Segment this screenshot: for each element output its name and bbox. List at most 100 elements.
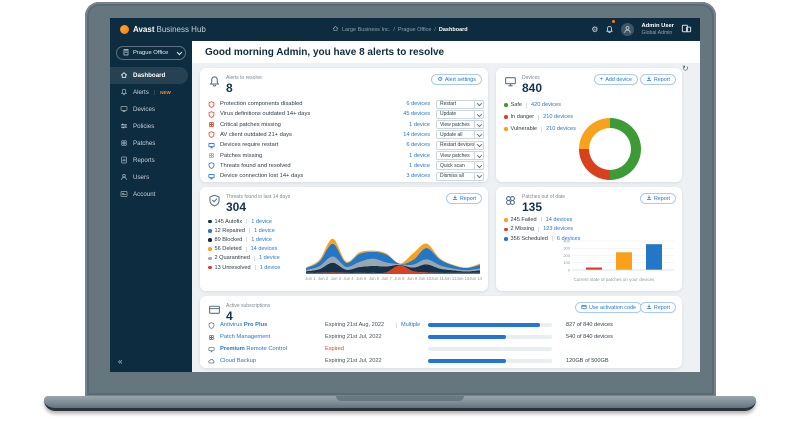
alert-action-select[interactable]: Restart devices bbox=[436, 141, 484, 150]
legend-devices-link[interactable]: 1 device bbox=[251, 237, 272, 243]
home-icon bbox=[120, 71, 128, 81]
alert-action-value: Restart bbox=[437, 101, 474, 107]
sidebar-item-account[interactable]: Account bbox=[110, 186, 192, 203]
breadcrumb-item[interactable]: Dashboard bbox=[439, 27, 468, 33]
legend-devices-link[interactable]: 210 devices bbox=[546, 126, 576, 132]
alert-devices-link[interactable]: 1 device bbox=[350, 163, 430, 169]
devices-report-button[interactable]: Report bbox=[640, 74, 676, 85]
alert-devices-link[interactable]: 3 devices bbox=[350, 173, 430, 179]
legend-label: 356 Scheduled bbox=[511, 236, 548, 242]
x-axis-tick-label: Jun 11 bbox=[431, 276, 444, 281]
legend-devices-link[interactable]: 1 device bbox=[254, 228, 275, 234]
multiple-link[interactable]: Multiple bbox=[401, 322, 420, 328]
breadcrumb-item[interactable]: Large Business Inc. bbox=[342, 27, 390, 33]
legend-devices-link[interactable]: 1 device bbox=[260, 265, 281, 271]
alert-action-select[interactable]: Quick scan bbox=[436, 161, 484, 170]
sidebar-collapse-button[interactable]: « bbox=[118, 357, 122, 366]
sidebar-item-devices[interactable]: Devices bbox=[110, 101, 192, 118]
settings-gear-icon[interactable]: ⚙ bbox=[591, 26, 598, 34]
topbar: Avast Business Hub Large Business Inc./P… bbox=[110, 18, 700, 41]
sidebar-item-patches[interactable]: Patches bbox=[110, 135, 192, 152]
chevron-down-icon bbox=[474, 173, 483, 180]
subscriptions-report-button[interactable]: Report bbox=[640, 302, 676, 313]
user-info[interactable]: Admin User Global Admin bbox=[641, 23, 674, 37]
threats-legend: 145 Autofix1 device12 Repaired1 device89… bbox=[208, 217, 280, 272]
alert-devices-link[interactable]: 6 devices bbox=[350, 142, 430, 148]
sidebar-item-reports[interactable]: Reports bbox=[110, 152, 192, 169]
alert-devices-link[interactable]: 45 devices bbox=[350, 111, 430, 117]
alert-devices-link[interactable]: 1 device bbox=[350, 122, 430, 128]
monitor-icon bbox=[208, 173, 215, 180]
alert-action-select[interactable]: View patches bbox=[436, 151, 484, 160]
sidebar-item-policies[interactable]: Policies bbox=[110, 118, 192, 135]
org-selector-label: Prague Office bbox=[133, 50, 174, 56]
user-role: Global Admin bbox=[641, 30, 674, 37]
use-activation-code-button[interactable]: Use activation code bbox=[575, 302, 642, 313]
refresh-icon[interactable]: ↻ bbox=[682, 65, 689, 73]
sidebar-item-label: Policies bbox=[133, 123, 154, 130]
sidebar-item-users[interactable]: Users bbox=[110, 169, 192, 186]
legend-devices-link[interactable]: 1 device bbox=[259, 255, 280, 261]
alert-action-select[interactable]: View patches bbox=[436, 120, 484, 129]
legend-item: 12 Repaired 1 device bbox=[208, 226, 280, 235]
account-icon bbox=[120, 190, 128, 200]
alert-label: AV client outdated 21+ days bbox=[220, 132, 292, 138]
subscription-row: Cloud BackupExpiring 21st Jul, 2022120GB… bbox=[200, 356, 682, 366]
legend-label: 2 Quarantined bbox=[215, 255, 250, 261]
legend-devices-link[interactable]: 210 devices bbox=[543, 114, 573, 120]
threats-count: 304 bbox=[226, 200, 246, 214]
subscription-progress-fill bbox=[428, 359, 506, 363]
patch-icon bbox=[208, 152, 215, 159]
new-badge: NEW bbox=[160, 90, 171, 95]
subscription-row: Antivirus Pro PlusExpiring 21st Aug, 202… bbox=[200, 320, 682, 330]
legend-divider bbox=[538, 227, 539, 232]
breadcrumb-item[interactable]: Prague Office bbox=[398, 27, 432, 33]
legend-devices-link[interactable]: 420 devices bbox=[531, 102, 561, 108]
legend-item: 145 Autofix1 device bbox=[208, 217, 280, 226]
alert-action-value: Update all bbox=[437, 132, 474, 138]
download-icon bbox=[646, 304, 652, 312]
bar-failed bbox=[616, 252, 632, 270]
alert-label: Device connection lost 14+ days bbox=[220, 173, 303, 179]
alert-action-select[interactable]: Update all bbox=[436, 130, 484, 139]
alert-action-value: Dismiss all bbox=[437, 173, 474, 179]
subscription-name-link[interactable]: Antivirus Pro Plus bbox=[220, 322, 267, 328]
alert-settings-button[interactable]: ⚙Alert settings bbox=[431, 74, 482, 85]
alert-action-select[interactable]: Update bbox=[436, 110, 484, 119]
legend-dot bbox=[504, 127, 508, 131]
legend-label: 12 Repaired bbox=[215, 228, 245, 234]
console-switcher-icon[interactable] bbox=[681, 21, 692, 39]
sidebar-item-dashboard[interactable]: Dashboard bbox=[110, 67, 188, 84]
subscription-name-link[interactable]: Premium Remote Control bbox=[220, 346, 287, 352]
alert-label: Threats found and resolved bbox=[220, 163, 291, 169]
legend-label: 56 Deleted bbox=[215, 246, 242, 252]
patches-report-button[interactable]: Report bbox=[640, 193, 676, 204]
alert-action-select[interactable]: Dismiss all bbox=[436, 172, 484, 181]
org-selector[interactable]: Prague Office bbox=[116, 46, 186, 60]
legend-devices-link[interactable]: 14 devices bbox=[251, 246, 278, 252]
badge-separator: | bbox=[154, 90, 155, 96]
legend-dot bbox=[208, 229, 212, 233]
avatar[interactable] bbox=[621, 23, 634, 36]
legend-divider bbox=[526, 103, 527, 108]
alert-devices-link[interactable]: 1 device bbox=[350, 153, 430, 159]
legend-devices-link[interactable]: 123 devices bbox=[543, 226, 573, 232]
subscription-progress-fill bbox=[428, 335, 506, 339]
user-icon bbox=[120, 173, 128, 183]
subscription-name-link[interactable]: Cloud Backup bbox=[220, 358, 256, 364]
legend-devices-link[interactable]: 14 devices bbox=[546, 217, 573, 223]
alert-devices-link[interactable]: 14 devices bbox=[350, 132, 430, 138]
threats-report-button[interactable]: Report bbox=[446, 193, 482, 204]
alert-action-select[interactable]: Restart bbox=[436, 100, 484, 109]
alert-devices-link[interactable]: 6 devices bbox=[350, 101, 430, 107]
sidebar-item-alerts[interactable]: Alerts|NEW bbox=[110, 84, 192, 101]
add-device-button[interactable]: +Add device bbox=[594, 74, 638, 85]
subscription-progress-track bbox=[428, 347, 552, 351]
svg-text:400: 400 bbox=[563, 239, 570, 243]
legend-devices-link[interactable]: 1 device bbox=[251, 219, 272, 225]
brand-name-bold: Avast bbox=[133, 25, 155, 34]
x-axis-tick-label: Jun 6 bbox=[368, 276, 381, 281]
x-axis-tick-label: Jun 4 bbox=[342, 276, 355, 281]
notifications-bell-icon[interactable] bbox=[605, 21, 614, 39]
subscription-name-link[interactable]: Patch Management bbox=[220, 334, 270, 340]
